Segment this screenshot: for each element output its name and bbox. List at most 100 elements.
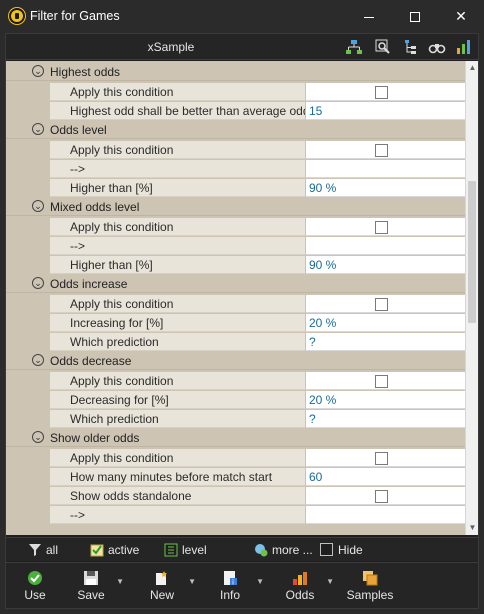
svg-text:i: i — [232, 579, 234, 587]
hierarchy-icon[interactable] — [345, 38, 363, 56]
maximize-button[interactable] — [392, 0, 438, 32]
property-row: Increasing for [%] 20 % — [6, 314, 465, 332]
property-value[interactable]: 15 — [306, 102, 465, 120]
property-row: Which prediction? — [6, 333, 465, 351]
category-label: Odds level — [50, 123, 107, 137]
save-dropdown-icon[interactable]: ▼ — [116, 577, 124, 586]
property-name: Higher than [%] — [50, 179, 306, 197]
scroll-down-icon[interactable]: ▼ — [466, 521, 479, 535]
condition-checkbox[interactable] — [375, 490, 388, 503]
property-value[interactable]: 90 % — [306, 179, 465, 197]
search-settings-icon[interactable] — [374, 38, 392, 56]
window-title: Filter for Games — [30, 9, 120, 23]
category-header[interactable]: ⌄ Odds decrease — [6, 352, 465, 370]
category-header[interactable]: ⌄ Odds increase — [6, 275, 465, 293]
category-label: Show older odds — [50, 431, 140, 445]
minimize-button[interactable] — [346, 0, 392, 32]
condition-checkbox[interactable] — [375, 452, 388, 465]
binoculars-icon[interactable] — [428, 38, 446, 56]
property-name: --> — [50, 237, 306, 255]
condition-checkbox[interactable] — [375, 86, 388, 99]
row-gutter — [6, 410, 50, 428]
property-row: Show odds standalone — [6, 487, 465, 505]
property-value[interactable]: ? — [306, 333, 465, 351]
property-value-cell[interactable] — [306, 487, 465, 505]
info-button[interactable]: i Info ▼ — [210, 563, 264, 609]
property-value[interactable]: ? — [306, 410, 465, 428]
info-dropdown-icon[interactable]: ▼ — [256, 577, 264, 586]
close-button[interactable]: ✕ — [438, 0, 484, 32]
scrollbar-thumb[interactable] — [468, 181, 476, 323]
use-button[interactable]: Use — [16, 563, 54, 609]
property-value[interactable]: 20 % — [306, 391, 465, 409]
row-gutter — [6, 372, 50, 390]
save-button[interactable]: Save ▼ — [72, 563, 124, 609]
condition-checkbox[interactable] — [375, 375, 388, 388]
new-dropdown-icon[interactable]: ▼ — [188, 577, 196, 586]
odds-chart-icon — [292, 570, 308, 586]
property-name: Apply this condition — [50, 83, 306, 101]
property-value-cell[interactable] — [306, 449, 465, 467]
property-value-cell[interactable] — [306, 218, 465, 236]
collapse-icon[interactable]: ⌄ — [32, 431, 44, 443]
condition-checkbox[interactable] — [375, 221, 388, 234]
property-name: Show odds standalone — [50, 487, 306, 505]
top-toolbar: xSample — [6, 34, 478, 60]
save-label: Save — [77, 588, 105, 602]
property-row: Apply this condition — [6, 141, 465, 159]
use-label: Use — [24, 588, 46, 602]
property-name: Apply this condition — [50, 372, 306, 390]
odds-label: Odds — [285, 588, 315, 602]
property-value[interactable]: 90 % — [306, 256, 465, 274]
property-value[interactable]: 60 — [306, 468, 465, 486]
scroll-up-icon[interactable]: ▲ — [466, 61, 479, 75]
row-gutter — [6, 141, 50, 159]
category-header[interactable]: ⌄ Show older odds — [6, 429, 465, 447]
property-name: Increasing for [%] — [50, 314, 306, 332]
property-value[interactable] — [306, 160, 465, 178]
more-options-icon — [254, 543, 268, 557]
row-gutter — [6, 506, 50, 524]
property-value[interactable]: 20 % — [306, 314, 465, 332]
property-value-cell[interactable] — [306, 372, 465, 390]
property-name: Which prediction — [50, 410, 306, 428]
collapse-icon[interactable]: ⌄ — [32, 123, 44, 135]
tree-icon[interactable] — [402, 38, 420, 56]
category-label: Mixed odds level — [50, 200, 140, 214]
property-value[interactable] — [306, 506, 465, 524]
new-label: New — [149, 588, 174, 602]
condition-checkbox[interactable] — [375, 298, 388, 311]
collapse-icon[interactable]: ⌄ — [32, 354, 44, 366]
property-name: Apply this condition — [50, 295, 306, 313]
condition-checkbox[interactable] — [375, 144, 388, 157]
bar-chart-icon[interactable] — [455, 38, 473, 56]
property-value-cell[interactable] — [306, 83, 465, 101]
property-value-cell[interactable] — [306, 295, 465, 313]
property-row: --> — [6, 160, 465, 178]
category-header[interactable]: ⌄ Odds level — [6, 121, 465, 139]
new-button[interactable]: New ▼ — [142, 563, 196, 609]
property-grid: ⌄ Highest odds Apply this condition Highest… — [6, 61, 465, 535]
category-header[interactable]: ⌄ Mixed odds level — [6, 198, 465, 216]
property-name: Apply this condition — [50, 141, 306, 159]
collapse-icon[interactable]: ⌄ — [32, 200, 44, 212]
row-gutter — [6, 391, 50, 409]
property-value-cell[interactable] — [306, 141, 465, 159]
row-gutter — [6, 83, 50, 101]
row-gutter — [6, 218, 50, 236]
category-header[interactable]: ⌄ Highest odds — [6, 63, 465, 81]
filter-more-label: more ... — [272, 543, 313, 557]
vertical-scrollbar[interactable]: ▲ ▼ — [465, 61, 478, 535]
row-gutter — [6, 295, 50, 313]
odds-button[interactable]: Odds ▼ — [280, 563, 334, 609]
collapse-icon[interactable]: ⌄ — [32, 277, 44, 289]
odds-dropdown-icon[interactable]: ▼ — [326, 577, 334, 586]
row-gutter — [6, 179, 50, 197]
property-value[interactable] — [306, 237, 465, 255]
collapse-icon[interactable]: ⌄ — [32, 65, 44, 77]
row-gutter — [6, 468, 50, 486]
samples-button[interactable]: Samples — [344, 563, 396, 609]
row-gutter — [6, 487, 50, 505]
new-document-icon — [154, 570, 170, 586]
hide-checkbox[interactable] — [320, 543, 333, 556]
